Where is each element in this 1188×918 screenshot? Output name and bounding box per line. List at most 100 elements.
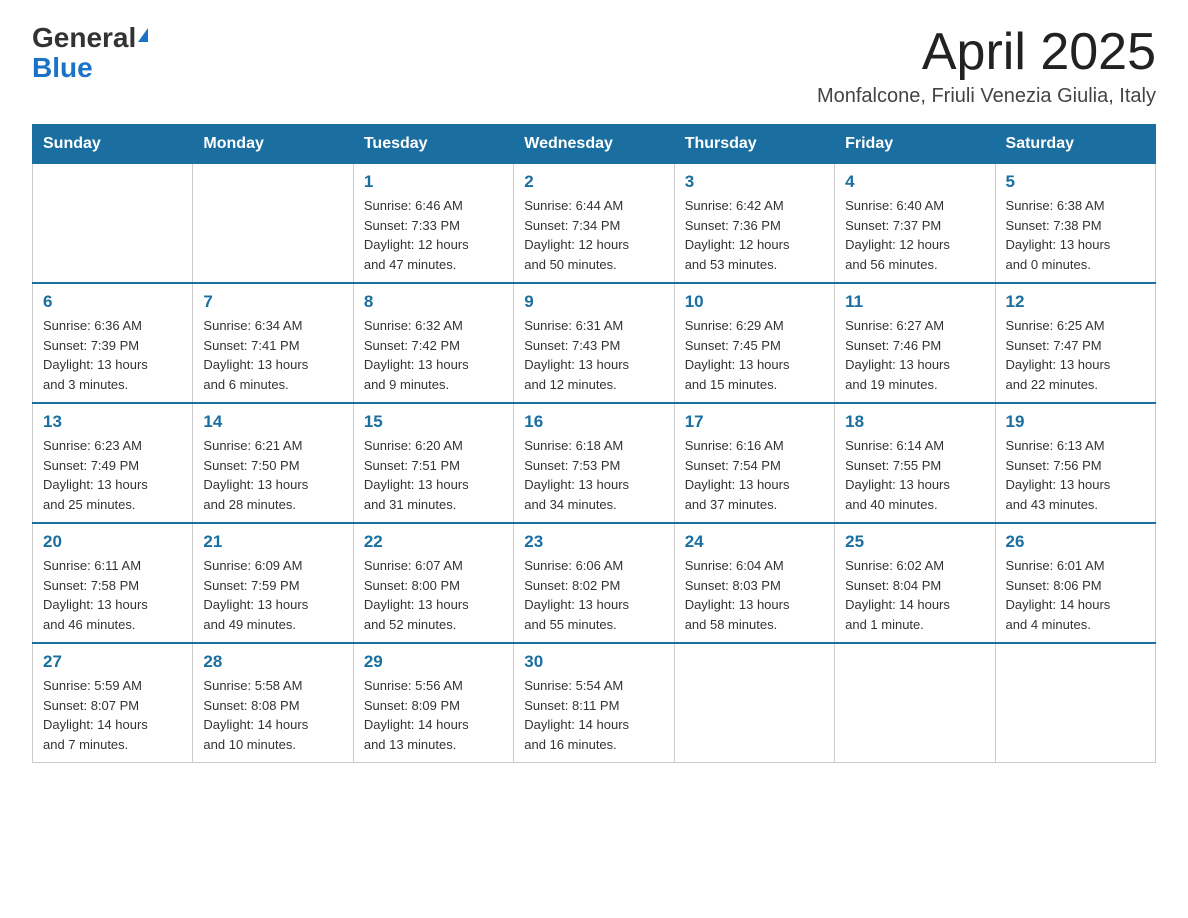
day-cell — [995, 643, 1155, 763]
day-number: 24 — [685, 532, 824, 552]
day-info: Sunrise: 6:36 AMSunset: 7:39 PMDaylight:… — [43, 316, 182, 394]
day-cell: 8 Sunrise: 6:32 AMSunset: 7:42 PMDaylight… — [353, 283, 513, 403]
day-info: Sunrise: 6:18 AMSunset: 7:53 PMDaylight:… — [524, 436, 663, 514]
day-info: Sunrise: 6:38 AMSunset: 7:38 PMDaylight:… — [1006, 196, 1145, 274]
day-info: Sunrise: 5:59 AMSunset: 8:07 PMDaylight:… — [43, 676, 182, 754]
calendar-header: SundayMondayTuesdayWednesdayThursdayFrid… — [33, 125, 1156, 164]
day-info: Sunrise: 6:40 AMSunset: 7:37 PMDaylight:… — [845, 196, 984, 274]
day-number: 18 — [845, 412, 984, 432]
day-cell: 11 Sunrise: 6:27 AMSunset: 7:46 PMDayligh… — [835, 283, 995, 403]
day-number: 29 — [364, 652, 503, 672]
header-cell-monday: Monday — [193, 125, 353, 164]
day-number: 14 — [203, 412, 342, 432]
logo-triangle-icon — [138, 28, 148, 42]
day-info: Sunrise: 6:07 AMSunset: 8:00 PMDaylight:… — [364, 556, 503, 634]
day-cell: 22 Sunrise: 6:07 AMSunset: 8:00 PMDayligh… — [353, 523, 513, 643]
day-cell: 6 Sunrise: 6:36 AMSunset: 7:39 PMDaylight… — [33, 283, 193, 403]
week-row-4: 20 Sunrise: 6:11 AMSunset: 7:58 PMDayligh… — [33, 523, 1156, 643]
week-row-1: 1 Sunrise: 6:46 AMSunset: 7:33 PMDaylight… — [33, 164, 1156, 284]
day-cell: 9 Sunrise: 6:31 AMSunset: 7:43 PMDaylight… — [514, 283, 674, 403]
day-cell: 1 Sunrise: 6:46 AMSunset: 7:33 PMDaylight… — [353, 164, 513, 284]
logo-blue-text: Blue — [32, 54, 93, 82]
day-cell: 24 Sunrise: 6:04 AMSunset: 8:03 PMDayligh… — [674, 523, 834, 643]
day-cell: 13Sunrise: 6:23 AMSunset: 7:49 PMDayligh… — [33, 403, 193, 523]
day-info: Sunrise: 5:58 AMSunset: 8:08 PMDaylight:… — [203, 676, 342, 754]
header-cell-tuesday: Tuesday — [353, 125, 513, 164]
day-cell: 16 Sunrise: 6:18 AMSunset: 7:53 PMDayligh… — [514, 403, 674, 523]
week-row-5: 27 Sunrise: 5:59 AMSunset: 8:07 PMDayligh… — [33, 643, 1156, 763]
day-cell: 21Sunrise: 6:09 AMSunset: 7:59 PMDayligh… — [193, 523, 353, 643]
day-cell: 12Sunrise: 6:25 AMSunset: 7:47 PMDayligh… — [995, 283, 1155, 403]
day-cell — [193, 164, 353, 284]
day-number: 10 — [685, 292, 824, 312]
week-row-3: 13Sunrise: 6:23 AMSunset: 7:49 PMDayligh… — [33, 403, 1156, 523]
day-cell — [674, 643, 834, 763]
day-number: 17 — [685, 412, 824, 432]
day-cell: 15Sunrise: 6:20 AMSunset: 7:51 PMDayligh… — [353, 403, 513, 523]
day-cell: 4 Sunrise: 6:40 AMSunset: 7:37 PMDaylight… — [835, 164, 995, 284]
day-number: 25 — [845, 532, 984, 552]
day-info: Sunrise: 6:16 AMSunset: 7:54 PMDaylight:… — [685, 436, 824, 514]
day-cell: 28 Sunrise: 5:58 AMSunset: 8:08 PMDayligh… — [193, 643, 353, 763]
header-row: SundayMondayTuesdayWednesdayThursdayFrid… — [33, 125, 1156, 164]
day-number: 3 — [685, 172, 824, 192]
day-cell: 3 Sunrise: 6:42 AMSunset: 7:36 PMDaylight… — [674, 164, 834, 284]
day-info: Sunrise: 6:46 AMSunset: 7:33 PMDaylight:… — [364, 196, 503, 274]
day-info: Sunrise: 5:56 AMSunset: 8:09 PMDaylight:… — [364, 676, 503, 754]
day-number: 6 — [43, 292, 182, 312]
day-number: 28 — [203, 652, 342, 672]
day-info: Sunrise: 6:14 AMSunset: 7:55 PMDaylight:… — [845, 436, 984, 514]
day-number: 4 — [845, 172, 984, 192]
day-number: 13 — [43, 412, 182, 432]
day-info: Sunrise: 6:27 AMSunset: 7:46 PMDaylight:… — [845, 316, 984, 394]
day-info: Sunrise: 6:20 AMSunset: 7:51 PMDaylight:… — [364, 436, 503, 514]
day-number: 9 — [524, 292, 663, 312]
day-number: 30 — [524, 652, 663, 672]
day-info: Sunrise: 6:44 AMSunset: 7:34 PMDaylight:… — [524, 196, 663, 274]
day-info: Sunrise: 6:42 AMSunset: 7:36 PMDaylight:… — [685, 196, 824, 274]
day-number: 22 — [364, 532, 503, 552]
day-number: 5 — [1006, 172, 1145, 192]
day-info: Sunrise: 6:31 AMSunset: 7:43 PMDaylight:… — [524, 316, 663, 394]
day-info: Sunrise: 6:29 AMSunset: 7:45 PMDaylight:… — [685, 316, 824, 394]
day-cell: 18 Sunrise: 6:14 AMSunset: 7:55 PMDayligh… — [835, 403, 995, 523]
day-cell: 2 Sunrise: 6:44 AMSunset: 7:34 PMDaylight… — [514, 164, 674, 284]
day-cell: 23Sunrise: 6:06 AMSunset: 8:02 PMDayligh… — [514, 523, 674, 643]
header-cell-wednesday: Wednesday — [514, 125, 674, 164]
day-info: Sunrise: 6:09 AMSunset: 7:59 PMDaylight:… — [203, 556, 342, 634]
day-cell: 7Sunrise: 6:34 AMSunset: 7:41 PMDaylight… — [193, 283, 353, 403]
day-cell: 27 Sunrise: 5:59 AMSunset: 8:07 PMDayligh… — [33, 643, 193, 763]
calendar-table: SundayMondayTuesdayWednesdayThursdayFrid… — [32, 124, 1156, 763]
day-number: 8 — [364, 292, 503, 312]
day-info: Sunrise: 6:21 AMSunset: 7:50 PMDaylight:… — [203, 436, 342, 514]
day-info: Sunrise: 6:04 AMSunset: 8:03 PMDaylight:… — [685, 556, 824, 634]
day-cell: 19Sunrise: 6:13 AMSunset: 7:56 PMDayligh… — [995, 403, 1155, 523]
day-number: 2 — [524, 172, 663, 192]
day-cell: 29 Sunrise: 5:56 AMSunset: 8:09 PMDayligh… — [353, 643, 513, 763]
logo: General Blue — [32, 24, 148, 82]
month-title: April 2025 — [817, 24, 1156, 81]
day-info: Sunrise: 6:25 AMSunset: 7:47 PMDaylight:… — [1006, 316, 1145, 394]
day-cell: 30Sunrise: 5:54 AMSunset: 8:11 PMDayligh… — [514, 643, 674, 763]
page-header: General Blue April 2025 Monfalcone, Friu… — [32, 24, 1156, 108]
week-row-2: 6 Sunrise: 6:36 AMSunset: 7:39 PMDaylight… — [33, 283, 1156, 403]
day-info: Sunrise: 6:13 AMSunset: 7:56 PMDaylight:… — [1006, 436, 1145, 514]
day-number: 27 — [43, 652, 182, 672]
day-number: 11 — [845, 292, 984, 312]
title-block: April 2025 Monfalcone, Friuli Venezia Gi… — [817, 24, 1156, 108]
day-cell: 17 Sunrise: 6:16 AMSunset: 7:54 PMDayligh… — [674, 403, 834, 523]
day-cell — [33, 164, 193, 284]
header-cell-thursday: Thursday — [674, 125, 834, 164]
calendar-body: 1 Sunrise: 6:46 AMSunset: 7:33 PMDaylight… — [33, 164, 1156, 763]
day-number: 16 — [524, 412, 663, 432]
day-number: 20 — [43, 532, 182, 552]
day-number: 23 — [524, 532, 663, 552]
day-number: 1 — [364, 172, 503, 192]
header-cell-friday: Friday — [835, 125, 995, 164]
day-cell: 20 Sunrise: 6:11 AMSunset: 7:58 PMDayligh… — [33, 523, 193, 643]
day-number: 26 — [1006, 532, 1145, 552]
day-info: Sunrise: 6:32 AMSunset: 7:42 PMDaylight:… — [364, 316, 503, 394]
day-info: Sunrise: 6:01 AMSunset: 8:06 PMDaylight:… — [1006, 556, 1145, 634]
location-title: Monfalcone, Friuli Venezia Giulia, Italy — [817, 85, 1156, 108]
day-info: Sunrise: 6:11 AMSunset: 7:58 PMDaylight:… — [43, 556, 182, 634]
